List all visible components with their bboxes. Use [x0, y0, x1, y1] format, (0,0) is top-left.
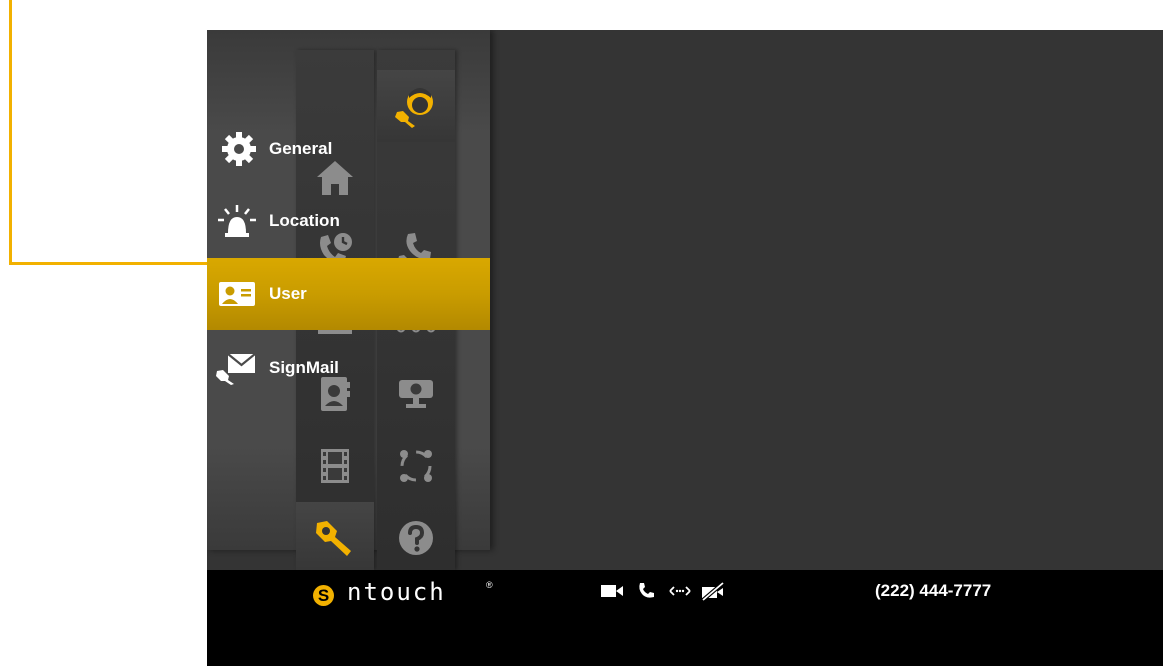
nav-connections[interactable] — [377, 430, 455, 502]
callout-line-vertical — [9, 0, 12, 265]
gear-icon — [222, 132, 256, 166]
signmail-wrench-icon — [216, 353, 256, 385]
phone-number: (222) 444-7777 — [875, 581, 992, 600]
status-bar: S ntouch ® (222) 444-7777 — [207, 570, 1163, 666]
connection-ring-icon — [400, 450, 432, 482]
brand-name: ntouch — [347, 578, 446, 606]
menu-item-signmail[interactable]: SignMail — [207, 332, 490, 404]
menu-item-label: General — [269, 139, 333, 158]
connection-arrows-icon — [669, 586, 691, 596]
menu-item-label: SignMail — [269, 358, 339, 377]
menu-item-user[interactable]: User — [207, 258, 490, 330]
menu-item-location[interactable]: Location — [207, 185, 490, 257]
nav-video[interactable] — [296, 430, 374, 502]
wrench-settings-icon — [316, 521, 351, 556]
logo-icon: S — [313, 585, 334, 606]
user-card-icon — [219, 282, 255, 306]
video-film-icon — [321, 449, 349, 483]
menu-item-label: Location — [269, 211, 340, 230]
menu-item-label: User — [269, 284, 307, 303]
video-camera-icon — [601, 585, 623, 597]
menu-item-general[interactable]: General — [207, 113, 490, 185]
nav-help[interactable] — [377, 502, 455, 574]
status-video — [600, 582, 624, 600]
phone-icon — [639, 583, 654, 598]
video-privacy-off-icon — [701, 582, 725, 602]
nav-settings[interactable] — [296, 502, 374, 574]
brand-mark: ® — [486, 580, 493, 590]
status-video-privacy — [700, 582, 726, 602]
alarm-beacon-icon — [218, 205, 256, 237]
ntouch-screen: General Location User SignMail S ntouch … — [207, 30, 1163, 666]
status-phone — [637, 582, 655, 600]
status-connection — [668, 582, 692, 600]
help-icon — [399, 521, 433, 555]
